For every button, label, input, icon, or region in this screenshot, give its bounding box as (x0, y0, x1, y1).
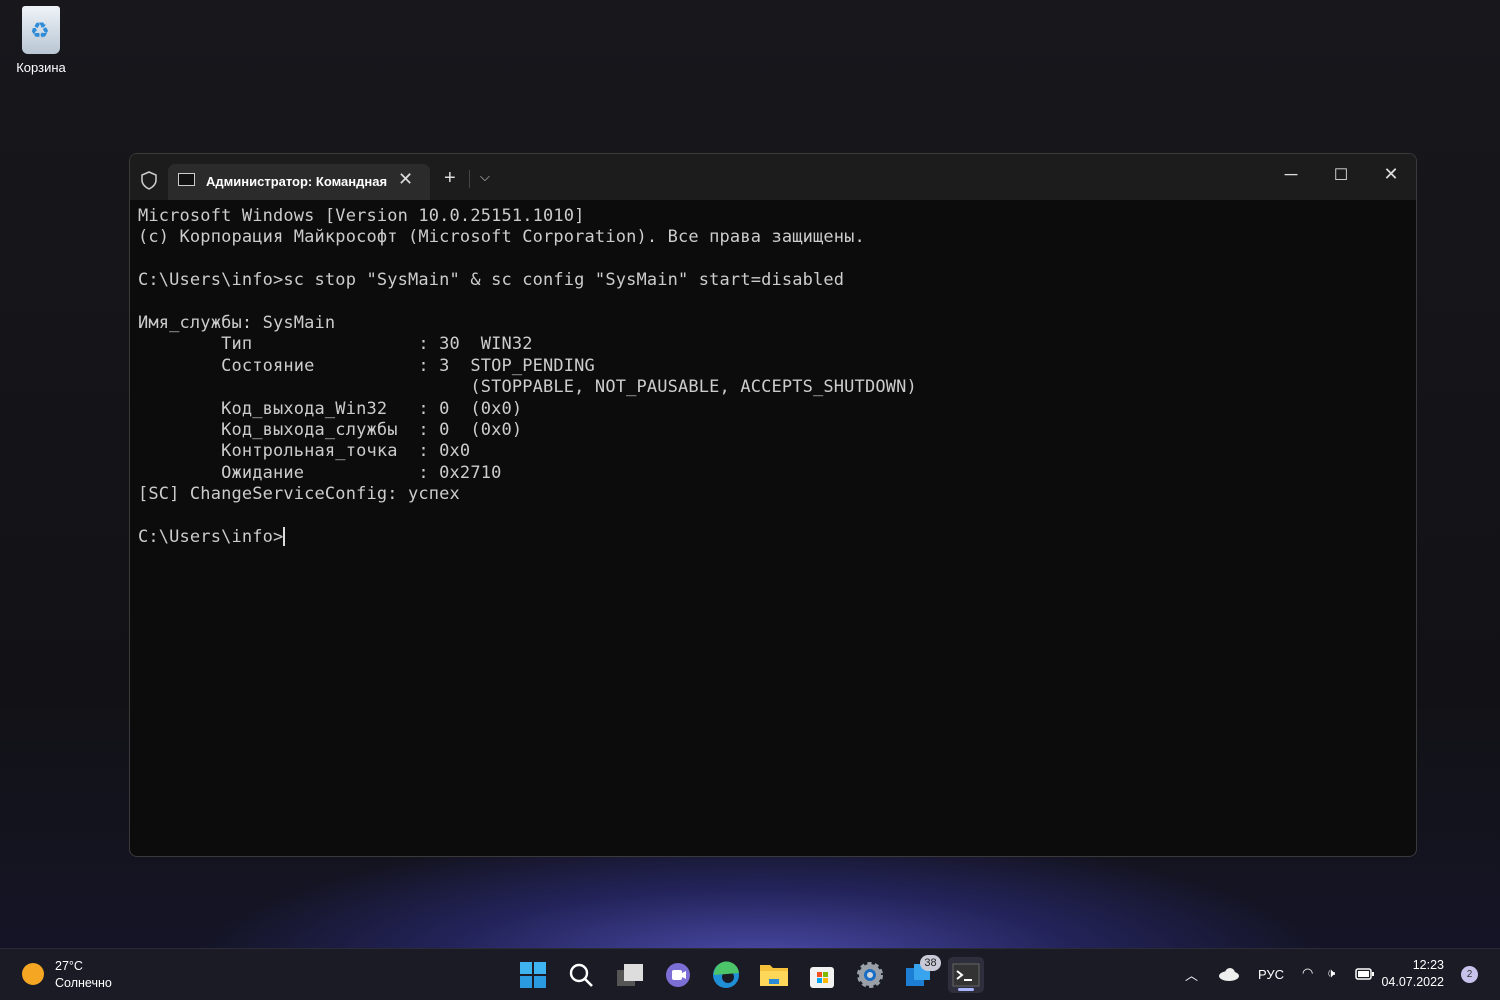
close-window-button[interactable]: ✕ (1376, 164, 1406, 185)
taskbar: 27°C Солнечно 38 ︿ РУС ◠ 🕩 12:23 04.07.2… (0, 948, 1500, 1000)
maximize-button[interactable]: ☐ (1326, 165, 1356, 185)
chevron-up-icon[interactable]: ︿ (1185, 965, 1198, 984)
notification-badge[interactable]: 2 (1461, 966, 1478, 983)
weather-temp: 27°C (55, 959, 83, 973)
active-indicator (958, 988, 974, 991)
terminal-line: Microsoft Windows [Version 10.0.25151.10… (138, 206, 585, 226)
divider (469, 170, 470, 188)
terminal-line: Контрольная_точка : 0x0 (138, 441, 471, 462)
terminal-line: Код_выхода_Win32 : 0 (0x0) (138, 398, 523, 419)
weather-widget[interactable]: 27°C Солнечно (55, 958, 112, 992)
terminal-line: Ожидание : 0x2710 (138, 462, 502, 483)
windows-logo-icon (520, 962, 546, 988)
minimize-button[interactable]: ─ (1276, 164, 1306, 185)
sun-icon[interactable] (22, 963, 44, 985)
cmd-icon (178, 173, 195, 186)
terminal-line: Имя_службы: SysMain (138, 312, 336, 333)
recycle-bin-desktop-icon[interactable]: Корзина (8, 6, 74, 75)
terminal-line: Тип : 30 WIN32 (138, 334, 533, 355)
terminal-line: Код_выхода_службы : 0 (0x0) (138, 419, 523, 440)
wifi-icon[interactable]: ◠ (1302, 965, 1313, 981)
tab-title: Администратор: Командная строка (206, 174, 388, 189)
terminal-output[interactable]: Microsoft Windows [Version 10.0.25151.10… (138, 206, 917, 548)
widgets-badge: 38 (920, 955, 941, 971)
close-tab-button[interactable]: ✕ (398, 169, 413, 190)
search-icon[interactable] (563, 957, 599, 993)
volume-icon[interactable]: 🕩 (1327, 965, 1335, 981)
terminal-taskbar-button[interactable] (948, 957, 984, 993)
recycle-bin-label: Корзина (16, 60, 66, 75)
task-view-icon[interactable] (612, 957, 648, 993)
settings-gear-icon[interactable] (852, 957, 888, 993)
shield-icon (141, 171, 157, 190)
time: 12:23 (1412, 958, 1444, 972)
title-bar[interactable]: Администратор: Командная строка ✕ + ⌵ ─ … (130, 154, 1416, 200)
text-cursor (283, 526, 285, 546)
onedrive-cloud-icon[interactable] (1218, 967, 1240, 984)
battery-icon[interactable] (1355, 968, 1375, 983)
terminal-icon (952, 963, 980, 987)
weather-desc: Солнечно (55, 976, 112, 990)
chevron-down-icon[interactable]: ⌵ (480, 169, 490, 185)
terminal-line: (STOPPABLE, NOT_PAUSABLE, ACCEPTS_SHUTDO… (138, 377, 917, 398)
terminal-window: Администратор: Командная строка ✕ + ⌵ ─ … (129, 153, 1417, 857)
terminal-line: Состояние : 3 STOP_PENDING (138, 355, 595, 376)
new-tab-button[interactable]: + (444, 167, 456, 190)
microsoft-store-icon[interactable] (804, 957, 840, 993)
date: 04.07.2022 (1381, 975, 1444, 989)
start-button[interactable] (515, 957, 551, 993)
terminal-line: (c) Корпорация Майкрософт (Microsoft Cor… (138, 227, 865, 248)
prompt-line[interactable]: C:\Users\info> (138, 526, 917, 548)
clock[interactable]: 12:23 04.07.2022 (1381, 957, 1444, 991)
edge-icon[interactable] (708, 957, 744, 993)
terminal-line: [SC] ChangeServiceConfig: успех (138, 484, 460, 505)
recycle-bin-icon (22, 6, 60, 54)
teams-chat-icon[interactable] (660, 957, 696, 993)
tab-command-prompt[interactable]: Администратор: Командная строка ✕ (168, 164, 430, 200)
file-explorer-icon[interactable] (756, 957, 792, 993)
prompt: C:\Users\info> (138, 526, 284, 547)
language-indicator[interactable]: РУС (1258, 967, 1284, 982)
terminal-line: C:\Users\info>sc stop "SysMain" & sc con… (138, 270, 845, 291)
